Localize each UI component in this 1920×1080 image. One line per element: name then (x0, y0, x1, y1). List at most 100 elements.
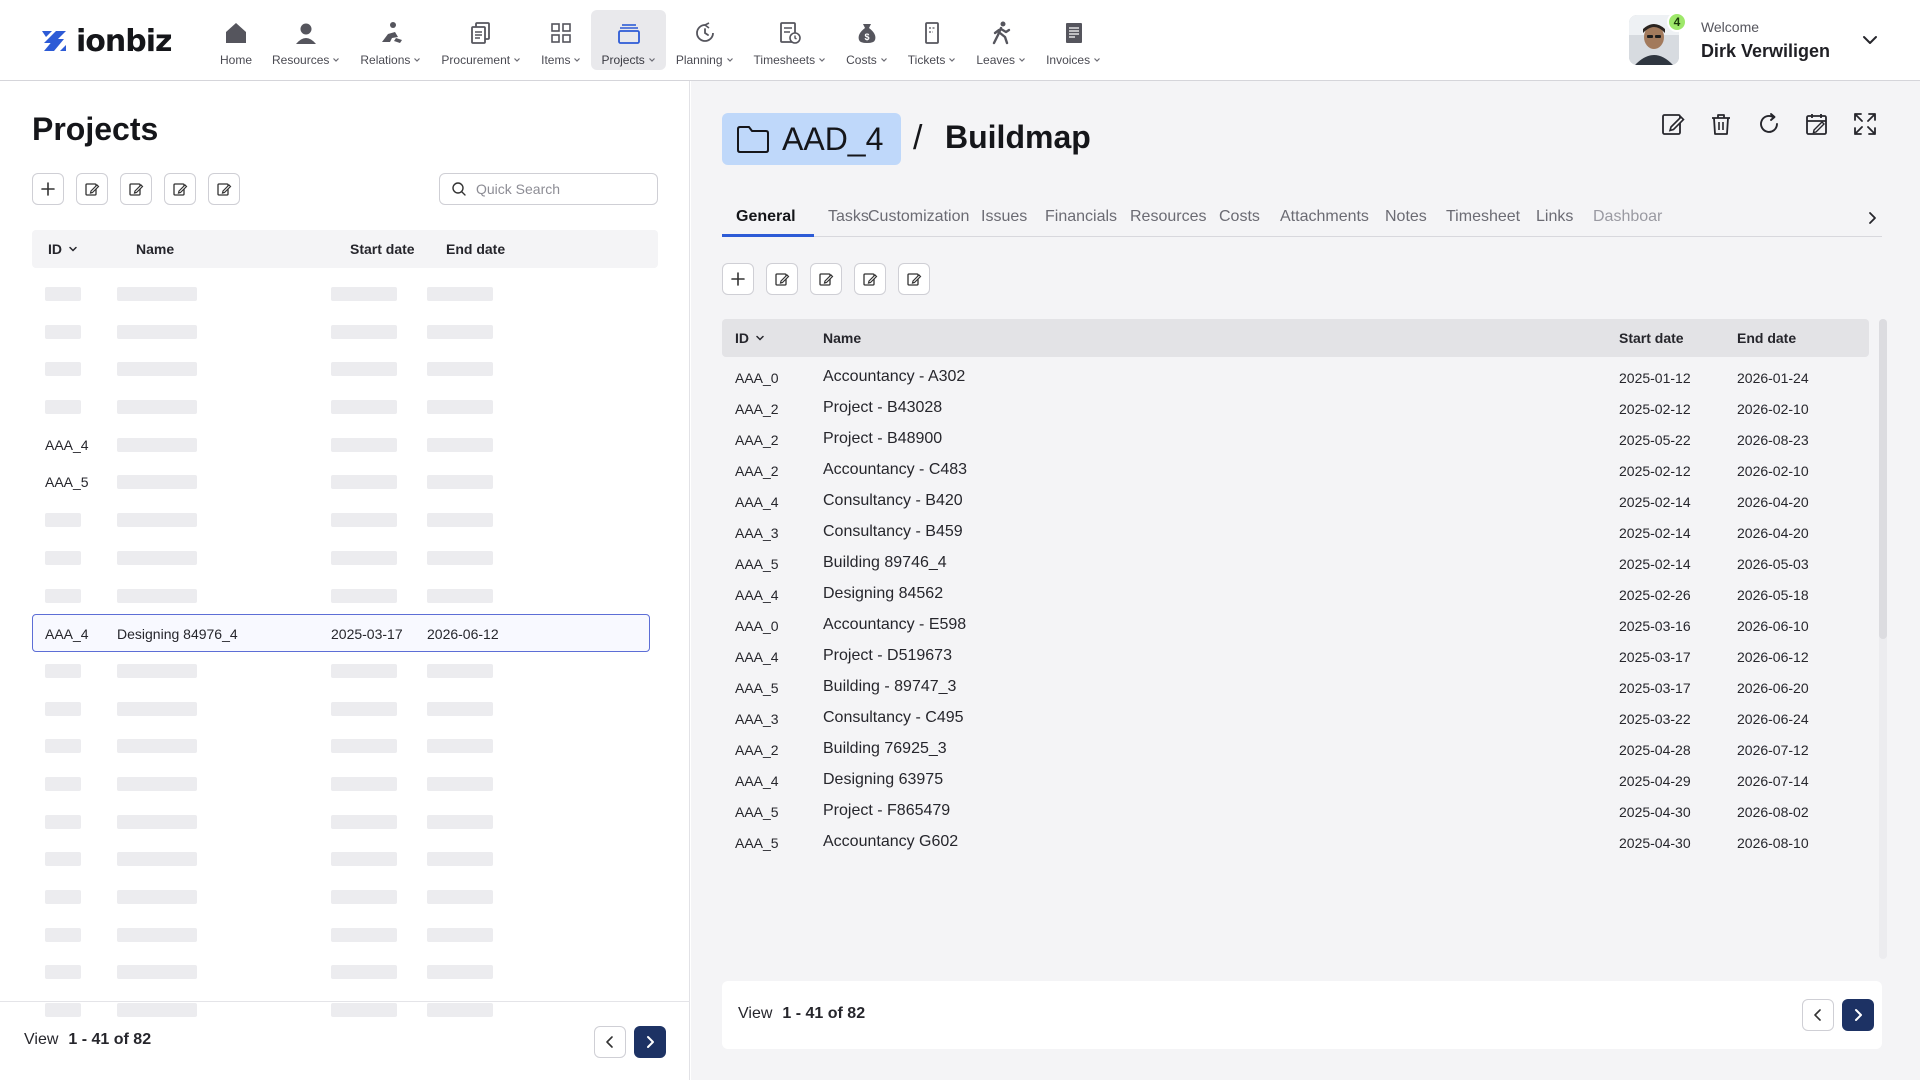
table-row[interactable] (32, 275, 658, 313)
edit-button-3[interactable] (164, 173, 196, 205)
nav-item-projects[interactable]: Projects (591, 10, 666, 70)
column-id[interactable]: ID (48, 241, 78, 257)
nav-item-procurement[interactable]: Procurement (431, 10, 531, 70)
table-row[interactable] (32, 765, 658, 803)
quick-search[interactable] (439, 173, 658, 205)
table-scrollbar[interactable] (1879, 319, 1887, 959)
tab-costs[interactable]: Costs (1219, 208, 1260, 226)
nav-item-timesheets[interactable]: Timesheets (744, 10, 837, 70)
table-row[interactable]: AAA_4 (32, 426, 658, 464)
loading-placeholder (117, 852, 197, 867)
receipt-icon (471, 22, 491, 44)
table-row[interactable] (32, 803, 658, 841)
nav-item-planning[interactable]: Planning (666, 10, 744, 70)
tab-links[interactable]: Links (1536, 208, 1573, 226)
table-row[interactable] (32, 388, 658, 426)
tab-financials[interactable]: Financials (1045, 208, 1117, 226)
open-in-new-button[interactable] (1804, 111, 1830, 137)
table-row[interactable] (32, 577, 658, 615)
tab-customization[interactable]: Customization (868, 208, 969, 226)
edit-project-button[interactable] (1660, 111, 1686, 137)
loading-placeholder (427, 362, 493, 377)
table-row[interactable] (32, 501, 658, 539)
loading-placeholder (117, 927, 197, 942)
table-row[interactable] (32, 840, 658, 878)
next-page-button[interactable] (634, 1026, 666, 1058)
delete-project-button[interactable] (1708, 111, 1734, 137)
table-row[interactable]: AAA_5 Accountancy G602 2025-04-30 2026-08-1… (722, 823, 1869, 861)
user-menu[interactable]: 4 Welcome Dirk Verwiligen (1628, 10, 1880, 70)
search-input[interactable] (476, 181, 646, 197)
tab-issues[interactable]: Issues (981, 208, 1027, 226)
previous-page-button[interactable] (1802, 999, 1834, 1031)
nav-item-leaves[interactable]: Leaves (966, 10, 1036, 70)
nav-label: Relations (360, 53, 421, 67)
cell-id: AAA_5 (735, 804, 779, 820)
table-row[interactable] (32, 916, 658, 954)
projects-toolbar (32, 173, 240, 205)
ionbiz-logo[interactable]: ionbiz (40, 22, 172, 60)
loading-placeholder (45, 814, 81, 829)
edit-button-2[interactable] (120, 173, 152, 205)
tab-general[interactable]: General (736, 208, 796, 226)
tab-dashboar[interactable]: Dashboar (1593, 208, 1662, 226)
table-row-selected[interactable]: AAA_4 Designing 84976_4 2025-03-17 2026-06-… (32, 614, 650, 652)
table-row[interactable] (32, 953, 658, 991)
edit-button-4[interactable] (898, 263, 930, 295)
nav-item-tickets[interactable]: Tickets (898, 10, 967, 70)
nav-item-resources[interactable]: Resources (262, 10, 350, 70)
nav-item-relations[interactable]: Relations (350, 10, 431, 70)
edit-icon (775, 273, 790, 286)
column-id[interactable]: ID (735, 330, 765, 346)
column-name[interactable]: Name (823, 330, 861, 346)
nav-item-home[interactable]: Home (210, 10, 262, 70)
cell-id: AAA_3 (735, 525, 779, 541)
table-row[interactable] (32, 690, 658, 728)
table-row[interactable]: AAA_5 (32, 463, 658, 501)
fullscreen-button[interactable] (1852, 111, 1878, 137)
subprojects-table-header: ID Name Start date End date (722, 319, 1869, 357)
table-row[interactable] (32, 878, 658, 916)
cell-end-date: 2026-01-24 (1737, 370, 1809, 386)
nav-label-text: Procurement (441, 53, 511, 67)
edit-button-1[interactable] (76, 173, 108, 205)
cell-start-date: 2025-03-17 (1619, 649, 1691, 665)
column-end-date[interactable]: End date (1737, 330, 1796, 346)
refresh-button[interactable] (1756, 111, 1782, 137)
tab-notes[interactable]: Notes (1385, 208, 1427, 226)
cell-name: Project - B48900 (823, 430, 943, 447)
tab-attachments[interactable]: Attachments (1280, 208, 1369, 226)
scrollbar-thumb[interactable] (1879, 319, 1887, 639)
nav-item-items[interactable]: Items (531, 10, 591, 70)
column-end-date[interactable]: End date (446, 241, 505, 257)
chevron-down-icon[interactable] (1860, 30, 1880, 50)
add-button[interactable] (722, 263, 754, 295)
edit-button-4[interactable] (208, 173, 240, 205)
chevron-right-icon (1855, 1009, 1862, 1021)
tabs-scroll-right-button[interactable] (1862, 208, 1882, 228)
tab-tasks[interactable]: Tasks (828, 208, 869, 226)
next-page-button[interactable] (1842, 999, 1874, 1031)
table-row[interactable] (32, 727, 658, 765)
column-name[interactable]: Name (136, 241, 174, 257)
previous-page-button[interactable] (594, 1026, 626, 1058)
table-row[interactable] (32, 350, 658, 388)
tab-timesheet[interactable]: Timesheet (1446, 208, 1520, 226)
edit-icon (907, 273, 922, 286)
project-code-chip[interactable]: AAD_4 (722, 113, 902, 165)
edit-button-1[interactable] (766, 263, 798, 295)
tab-resources[interactable]: Resources (1130, 208, 1206, 226)
table-row[interactable] (32, 539, 658, 577)
nav-item-costs[interactable]: $ Costs (836, 10, 898, 70)
nav-item-invoices[interactable]: Invoices (1036, 10, 1111, 70)
column-start-date[interactable]: Start date (350, 241, 415, 257)
edit-button-2[interactable] (810, 263, 842, 295)
cell-id: AAA_5 (45, 474, 89, 491)
add-button[interactable] (32, 173, 64, 205)
column-start-date[interactable]: Start date (1619, 330, 1684, 346)
notification-badge[interactable]: 4 (1666, 12, 1687, 32)
table-row[interactable] (32, 652, 658, 690)
edit-button-3[interactable] (854, 263, 886, 295)
table-row[interactable] (32, 313, 658, 351)
cell-name: Designing 63975 (823, 771, 944, 788)
